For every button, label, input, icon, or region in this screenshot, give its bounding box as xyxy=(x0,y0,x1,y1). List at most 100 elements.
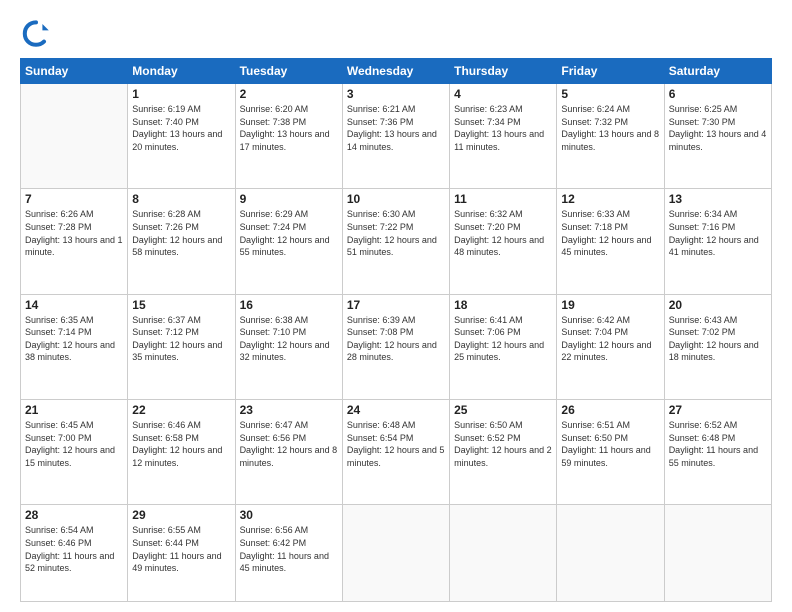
day-detail: Sunrise: 6:28 AMSunset: 7:26 PMDaylight:… xyxy=(132,208,230,258)
day-number: 15 xyxy=(132,298,230,312)
day-number: 13 xyxy=(669,192,767,206)
weekday-header-thursday: Thursday xyxy=(450,59,557,84)
calendar-table: SundayMondayTuesdayWednesdayThursdayFrid… xyxy=(20,58,772,602)
calendar-cell: 14 Sunrise: 6:35 AMSunset: 7:14 PMDayligh… xyxy=(21,294,128,399)
day-number: 22 xyxy=(132,403,230,417)
day-detail: Sunrise: 6:26 AMSunset: 7:28 PMDaylight:… xyxy=(25,208,123,258)
day-detail: Sunrise: 6:23 AMSunset: 7:34 PMDaylight:… xyxy=(454,103,552,153)
day-number: 10 xyxy=(347,192,445,206)
calendar-cell: 23 Sunrise: 6:47 AMSunset: 6:56 PMDayligh… xyxy=(235,400,342,505)
day-number: 30 xyxy=(240,508,338,522)
calendar-cell: 16 Sunrise: 6:38 AMSunset: 7:10 PMDayligh… xyxy=(235,294,342,399)
week-row-3: 21 Sunrise: 6:45 AMSunset: 7:00 PMDayligh… xyxy=(21,400,772,505)
calendar-cell: 4 Sunrise: 6:23 AMSunset: 7:34 PMDaylight… xyxy=(450,84,557,189)
day-detail: Sunrise: 6:37 AMSunset: 7:12 PMDaylight:… xyxy=(132,314,230,364)
calendar-cell: 3Sunrise: 6:21 AMSunset: 7:36 PMDaylight… xyxy=(342,84,449,189)
day-detail: Sunrise: 6:29 AMSunset: 7:24 PMDaylight:… xyxy=(240,208,338,258)
day-number: 19 xyxy=(561,298,659,312)
day-number: 2 xyxy=(240,87,338,101)
day-number: 29 xyxy=(132,508,230,522)
day-number: 1 xyxy=(132,87,230,101)
day-number: 23 xyxy=(240,403,338,417)
day-number: 24 xyxy=(347,403,445,417)
day-detail: Sunrise: 6:35 AMSunset: 7:14 PMDaylight:… xyxy=(25,314,123,364)
week-row-1: 7 Sunrise: 6:26 AMSunset: 7:28 PMDaylight… xyxy=(21,189,772,294)
day-number: 27 xyxy=(669,403,767,417)
calendar-cell: 13Sunrise: 6:34 AMSunset: 7:16 PMDayligh… xyxy=(664,189,771,294)
week-row-0: 1 Sunrise: 6:19 AMSunset: 7:40 PMDaylight… xyxy=(21,84,772,189)
day-number: 14 xyxy=(25,298,123,312)
day-detail: Sunrise: 6:55 AMSunset: 6:44 PMDaylight:… xyxy=(132,524,230,574)
calendar-cell xyxy=(450,505,557,602)
day-number: 4 xyxy=(454,87,552,101)
day-number: 6 xyxy=(669,87,767,101)
calendar-cell: 8 Sunrise: 6:28 AMSunset: 7:26 PMDaylight… xyxy=(128,189,235,294)
calendar-cell: 27 Sunrise: 6:52 AMSunset: 6:48 PMDayligh… xyxy=(664,400,771,505)
day-detail: Sunrise: 6:24 AMSunset: 7:32 PMDaylight:… xyxy=(561,103,659,153)
header xyxy=(20,16,772,48)
day-detail: Sunrise: 6:56 AMSunset: 6:42 PMDaylight:… xyxy=(240,524,338,574)
day-detail: Sunrise: 6:32 AMSunset: 7:20 PMDaylight:… xyxy=(454,208,552,258)
day-number: 16 xyxy=(240,298,338,312)
calendar-cell: 25 Sunrise: 6:50 AMSunset: 6:52 PMDayligh… xyxy=(450,400,557,505)
day-number: 18 xyxy=(454,298,552,312)
day-detail: Sunrise: 6:19 AMSunset: 7:40 PMDaylight:… xyxy=(132,103,230,153)
calendar-cell: 1 Sunrise: 6:19 AMSunset: 7:40 PMDaylight… xyxy=(128,84,235,189)
day-detail: Sunrise: 6:30 AMSunset: 7:22 PMDaylight:… xyxy=(347,208,445,258)
calendar-cell xyxy=(664,505,771,602)
day-detail: Sunrise: 6:43 AMSunset: 7:02 PMDaylight:… xyxy=(669,314,767,364)
calendar-cell: 7 Sunrise: 6:26 AMSunset: 7:28 PMDaylight… xyxy=(21,189,128,294)
weekday-header-wednesday: Wednesday xyxy=(342,59,449,84)
calendar-cell: 20Sunrise: 6:43 AMSunset: 7:02 PMDayligh… xyxy=(664,294,771,399)
logo-icon xyxy=(20,16,52,48)
day-detail: Sunrise: 6:45 AMSunset: 7:00 PMDaylight:… xyxy=(25,419,123,469)
week-row-2: 14 Sunrise: 6:35 AMSunset: 7:14 PMDayligh… xyxy=(21,294,772,399)
calendar-cell: 10 Sunrise: 6:30 AMSunset: 7:22 PMDayligh… xyxy=(342,189,449,294)
day-detail: Sunrise: 6:52 AMSunset: 6:48 PMDaylight:… xyxy=(669,419,767,469)
day-detail: Sunrise: 6:38 AMSunset: 7:10 PMDaylight:… xyxy=(240,314,338,364)
weekday-header-saturday: Saturday xyxy=(664,59,771,84)
day-detail: Sunrise: 6:39 AMSunset: 7:08 PMDaylight:… xyxy=(347,314,445,364)
day-detail: Sunrise: 6:20 AMSunset: 7:38 PMDaylight:… xyxy=(240,103,338,153)
calendar-cell: 5 Sunrise: 6:24 AMSunset: 7:32 PMDaylight… xyxy=(557,84,664,189)
day-detail: Sunrise: 6:54 AMSunset: 6:46 PMDaylight:… xyxy=(25,524,123,574)
day-number: 9 xyxy=(240,192,338,206)
day-number: 25 xyxy=(454,403,552,417)
day-number: 8 xyxy=(132,192,230,206)
day-detail: Sunrise: 6:47 AMSunset: 6:56 PMDaylight:… xyxy=(240,419,338,469)
calendar-cell: 15 Sunrise: 6:37 AMSunset: 7:12 PMDayligh… xyxy=(128,294,235,399)
calendar-cell: 21 Sunrise: 6:45 AMSunset: 7:00 PMDayligh… xyxy=(21,400,128,505)
day-detail: Sunrise: 6:50 AMSunset: 6:52 PMDaylight:… xyxy=(454,419,552,469)
calendar-cell: 18Sunrise: 6:41 AMSunset: 7:06 PMDayligh… xyxy=(450,294,557,399)
calendar-cell xyxy=(557,505,664,602)
day-number: 3 xyxy=(347,87,445,101)
calendar-cell: 19Sunrise: 6:42 AMSunset: 7:04 PMDayligh… xyxy=(557,294,664,399)
calendar-cell: 24 Sunrise: 6:48 AMSunset: 6:54 PMDayligh… xyxy=(342,400,449,505)
calendar-cell: 2 Sunrise: 6:20 AMSunset: 7:38 PMDaylight… xyxy=(235,84,342,189)
page: SundayMondayTuesdayWednesdayThursdayFrid… xyxy=(0,0,792,612)
day-number: 28 xyxy=(25,508,123,522)
calendar-cell xyxy=(342,505,449,602)
day-detail: Sunrise: 6:48 AMSunset: 6:54 PMDaylight:… xyxy=(347,419,445,469)
weekday-header-friday: Friday xyxy=(557,59,664,84)
weekday-header-sunday: Sunday xyxy=(21,59,128,84)
day-detail: Sunrise: 6:51 AMSunset: 6:50 PMDaylight:… xyxy=(561,419,659,469)
week-row-4: 28 Sunrise: 6:54 AMSunset: 6:46 PMDayligh… xyxy=(21,505,772,602)
day-detail: Sunrise: 6:33 AMSunset: 7:18 PMDaylight:… xyxy=(561,208,659,258)
calendar-cell: 26Sunrise: 6:51 AMSunset: 6:50 PMDayligh… xyxy=(557,400,664,505)
day-number: 12 xyxy=(561,192,659,206)
day-number: 7 xyxy=(25,192,123,206)
day-number: 5 xyxy=(561,87,659,101)
calendar-cell: 30 Sunrise: 6:56 AMSunset: 6:42 PMDayligh… xyxy=(235,505,342,602)
calendar-cell: 12 Sunrise: 6:33 AMSunset: 7:18 PMDayligh… xyxy=(557,189,664,294)
day-number: 11 xyxy=(454,192,552,206)
weekday-header-row: SundayMondayTuesdayWednesdayThursdayFrid… xyxy=(21,59,772,84)
day-number: 21 xyxy=(25,403,123,417)
calendar-cell: 28 Sunrise: 6:54 AMSunset: 6:46 PMDayligh… xyxy=(21,505,128,602)
calendar-cell: 29 Sunrise: 6:55 AMSunset: 6:44 PMDayligh… xyxy=(128,505,235,602)
calendar-cell: 22Sunrise: 6:46 AMSunset: 6:58 PMDayligh… xyxy=(128,400,235,505)
weekday-header-monday: Monday xyxy=(128,59,235,84)
calendar-cell xyxy=(21,84,128,189)
weekday-header-tuesday: Tuesday xyxy=(235,59,342,84)
calendar-cell: 17Sunrise: 6:39 AMSunset: 7:08 PMDayligh… xyxy=(342,294,449,399)
